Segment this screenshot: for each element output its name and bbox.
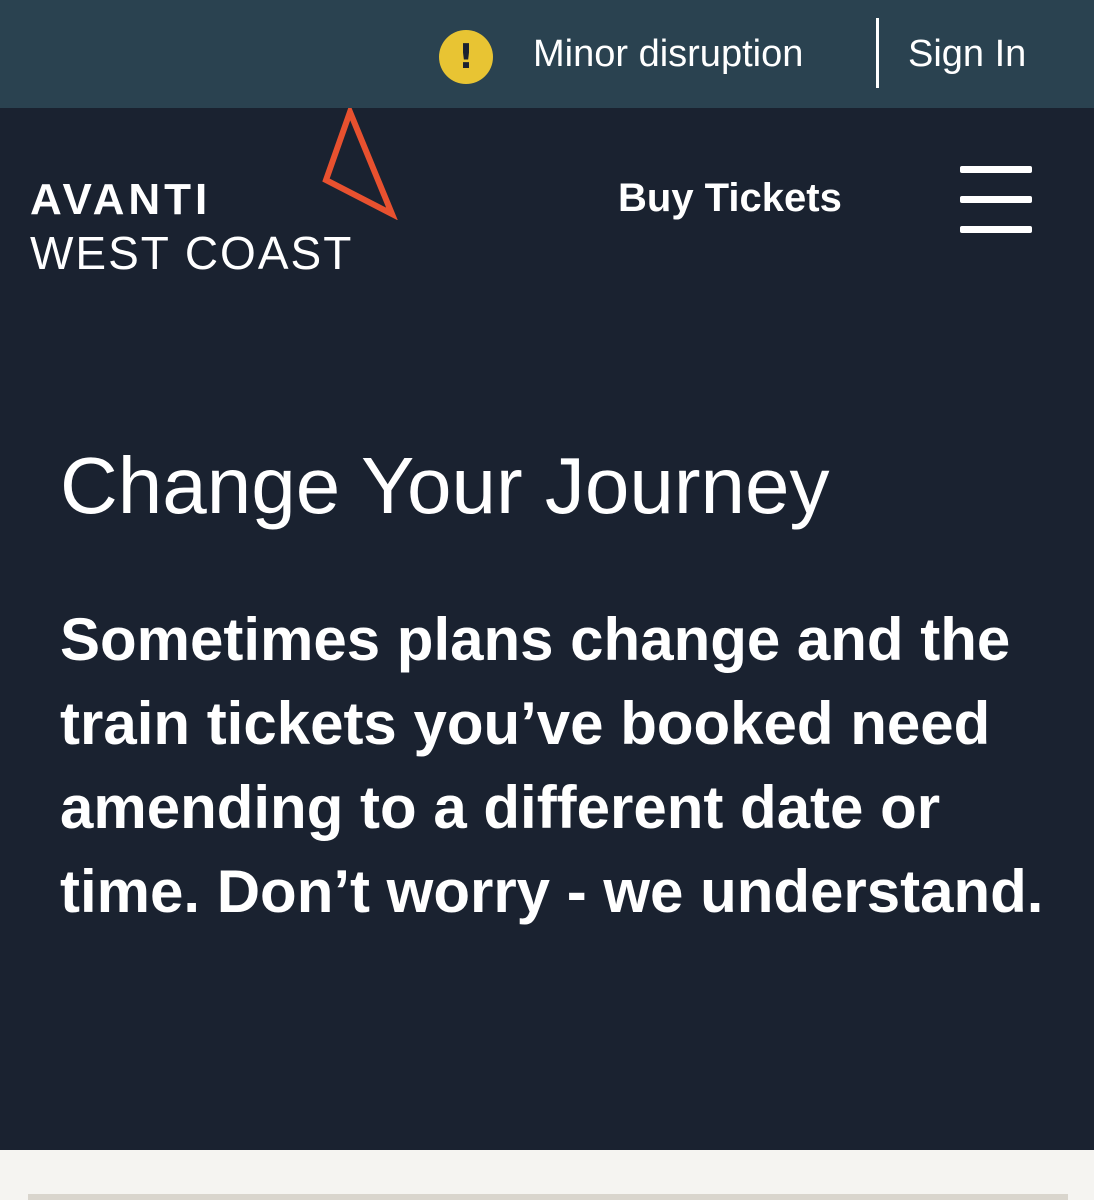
hamburger-menu-icon[interactable] (960, 164, 1032, 234)
alert-glyph: ! (458, 37, 474, 77)
page-title: Change Your Journey (60, 441, 830, 530)
hero-section: AVANTI WEST COAST Buy Tickets Change You… (0, 108, 1094, 1150)
top-status-bar: ! Minor disruption Sign In (0, 0, 1094, 108)
topbar-divider (876, 18, 879, 88)
exclamation-circle-icon[interactable]: ! (439, 30, 493, 84)
triangle-logo-icon (322, 108, 398, 220)
logo-text-west-coast: WEST COAST (30, 227, 354, 279)
logo-text-avanti: AVANTI (30, 175, 212, 224)
buy-tickets-link[interactable]: Buy Tickets (618, 174, 842, 222)
sign-in-link[interactable]: Sign In (908, 30, 1026, 78)
content-divider (28, 1194, 1068, 1200)
avanti-west-coast-logo[interactable]: AVANTI WEST COAST (0, 108, 420, 308)
minor-disruption-link[interactable]: Minor disruption (533, 30, 803, 78)
intro-text: Sometimes plans change and the train tic… (60, 606, 1044, 925)
